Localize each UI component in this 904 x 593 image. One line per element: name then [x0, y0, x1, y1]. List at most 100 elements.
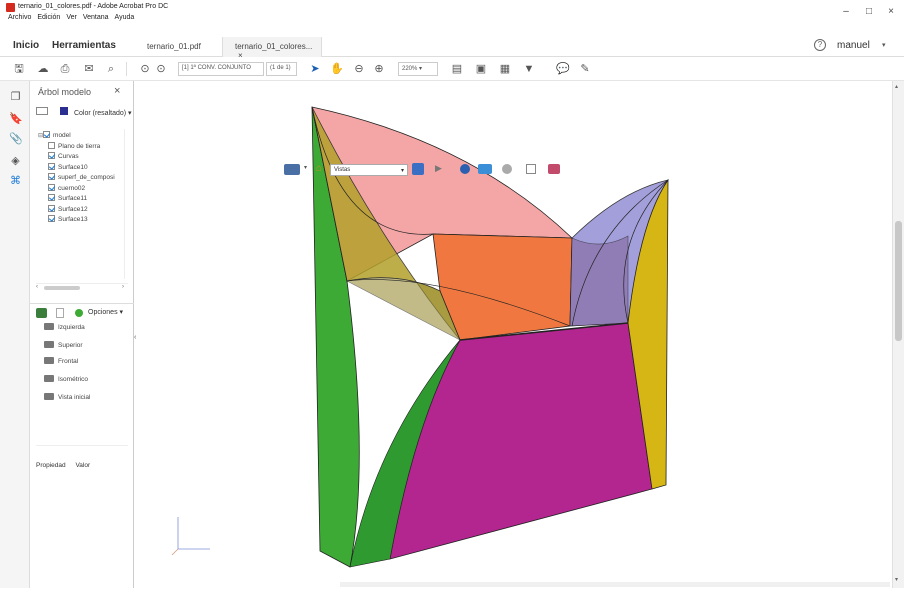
full-screen-icon[interactable]: ▦ — [498, 62, 512, 76]
3d-model[interactable] — [140, 81, 892, 588]
tree-scrollbar[interactable] — [124, 129, 130, 279]
attachment-icon[interactable]: 📎 — [9, 133, 23, 146]
collapse-panel-icon[interactable]: ‹ — [134, 334, 136, 341]
checkbox[interactable] — [48, 215, 55, 222]
scroll-right-icon[interactable]: › — [122, 284, 124, 290]
upload-cloud-icon[interactable]: ☁ — [36, 62, 50, 76]
fit-width-icon[interactable]: ▣ — [474, 62, 488, 76]
tab-doc-ternario-01-colores[interactable]: ternario_01_colores... × — [222, 37, 322, 60]
bookmark-icon[interactable]: 🔖 — [9, 113, 23, 126]
zoom-in-icon[interactable]: ⊕ — [372, 62, 386, 76]
checkbox[interactable] — [43, 131, 51, 138]
prev-page-icon[interactable]: ⊙ — [138, 62, 152, 76]
save-icon[interactable]: 🖫 — [12, 62, 26, 76]
tree-options-icon[interactable] — [36, 107, 48, 115]
checkbox[interactable] — [48, 173, 55, 180]
print-icon[interactable]: ⎙ — [58, 62, 72, 76]
chevron-down-icon[interactable]: ▾ — [882, 41, 886, 49]
scroll-down-icon[interactable]: ▾ — [895, 576, 898, 583]
render-mode-icon[interactable] — [460, 164, 470, 174]
view-item-superior[interactable]: Superior — [44, 341, 83, 349]
tree-horizontal-scrollbar[interactable]: ‹ › — [36, 283, 128, 291]
fit-page-icon[interactable]: ▤ — [450, 62, 464, 76]
user-menu[interactable]: manuel — [837, 40, 870, 51]
model-tree: ⊟ model Plano de tierra Curvas Surface10 … — [38, 131, 124, 226]
tree-item-surface10[interactable]: Surface10 — [38, 162, 124, 174]
tree-item-curvas[interactable]: Curvas — [38, 152, 124, 163]
scroll-thumb[interactable] — [895, 221, 902, 341]
menu-ayuda[interactable]: Ayuda — [115, 14, 135, 21]
hand-tool-icon[interactable]: ✋ — [330, 62, 344, 76]
checkbox[interactable] — [48, 152, 55, 159]
model-tree-toggle-icon[interactable] — [412, 163, 424, 175]
3d-viewport[interactable]: ▾ ⌂ Vistas ▾ ▶ — [140, 81, 892, 588]
camera-add-icon[interactable] — [36, 308, 47, 318]
view-item-frontal[interactable]: Frontal — [44, 357, 78, 365]
checkbox[interactable] — [48, 183, 55, 191]
checkbox[interactable] — [48, 162, 55, 170]
close-window-button[interactable]: × — [884, 6, 898, 17]
lighting-icon[interactable] — [478, 164, 492, 174]
scroll-up-icon[interactable]: ▴ — [895, 83, 898, 90]
menu-edicion[interactable]: Edición — [37, 14, 60, 21]
pen-icon[interactable]: ✎ — [578, 62, 592, 76]
options-menu[interactable]: Opciones ▾ — [88, 308, 123, 316]
tree-item-model[interactable]: ⊟ model — [38, 131, 124, 142]
axis-z-line — [171, 548, 179, 556]
minimize-button[interactable]: – — [839, 6, 853, 17]
tree-item-surface11[interactable]: Surface11 — [38, 194, 124, 205]
tab-inicio[interactable]: Inicio — [13, 40, 39, 51]
play-animation-icon[interactable]: ▶ — [435, 163, 442, 174]
view-item-isometrico[interactable]: Isométrico — [44, 375, 88, 383]
background-color-icon[interactable] — [502, 164, 512, 174]
comment-3d-icon[interactable] — [548, 164, 560, 174]
cross-section-icon[interactable] — [526, 164, 536, 174]
next-page-icon[interactable]: ⊙ — [154, 62, 168, 76]
select-arrow-icon[interactable]: ➤ — [308, 62, 322, 76]
green-dot-icon[interactable] — [75, 309, 83, 317]
checkbox[interactable] — [48, 141, 55, 149]
menu-ventana[interactable]: Ventana — [83, 14, 109, 21]
checkbox[interactable] — [48, 194, 55, 201]
viewport-horizontal-scrollbar[interactable] — [340, 582, 890, 587]
color-mode-select[interactable]: Color (resaltado) ▾ — [36, 107, 132, 117]
model-tree-panel: Árbol modelo × Color (resaltado) ▾ ⊟ mode… — [30, 81, 134, 588]
trash-icon[interactable] — [56, 308, 64, 318]
tree-item-plano-de-tierra[interactable]: Plano de tierra — [38, 141, 124, 153]
checkbox[interactable] — [48, 204, 55, 212]
magenta-face — [389, 322, 653, 560]
comment-icon[interactable]: 💬 — [556, 62, 570, 76]
zoom-out-icon[interactable]: ⊖ — [352, 62, 366, 76]
document-vertical-scrollbar[interactable]: ▴ ▾ — [892, 81, 904, 588]
scroll-thumb[interactable] — [44, 286, 80, 290]
home-view-icon[interactable]: ⌂ — [316, 163, 322, 174]
view-item-izquierda[interactable]: Izquierda — [44, 323, 85, 331]
view-item-vista-inicial[interactable]: Vista inicial — [44, 393, 90, 401]
page-view-select[interactable]: [1] 1ª CONV. CONJUNTO — [178, 62, 264, 76]
zoom-level-select[interactable]: 220% ▾ — [398, 62, 438, 76]
tree-item-cuerno02[interactable]: cuerno02 — [38, 183, 124, 195]
views-horizontal-scrollbar[interactable] — [36, 445, 128, 453]
model-tree-icon[interactable]: ⌘ — [9, 175, 22, 188]
tab-doc-ternario-01[interactable]: ternario_01.pdf — [147, 37, 201, 57]
email-icon[interactable]: ✉ — [82, 62, 96, 76]
camera-icon — [44, 375, 54, 382]
menu-archivo[interactable]: Archivo — [8, 14, 31, 21]
close-panel-icon[interactable]: × — [114, 85, 120, 97]
pages-icon[interactable]: ❐ — [9, 91, 22, 104]
help-icon[interactable]: ? — [814, 39, 826, 51]
menu-ver[interactable]: Ver — [66, 14, 77, 21]
read-mode-icon[interactable]: ▼ — [522, 62, 536, 76]
search-icon[interactable]: ⌕ — [104, 62, 118, 76]
views-select[interactable]: Vistas ▾ — [330, 164, 408, 176]
tree-item-surface12[interactable]: Surface12 — [38, 204, 124, 216]
tab-herramientas[interactable]: Herramientas — [52, 40, 116, 51]
tree-item-surface13[interactable]: Surface13 — [38, 215, 124, 226]
chevron-down-icon[interactable]: ▾ — [304, 164, 307, 171]
maximize-button[interactable]: □ — [862, 6, 876, 17]
scroll-left-icon[interactable]: ‹ — [36, 284, 38, 290]
rotate-tool-icon[interactable] — [284, 164, 300, 175]
tree-item-superf-de-composi[interactable]: superf_de_composi — [38, 173, 124, 184]
page-count: (1 de 1) — [266, 62, 297, 76]
layers-icon[interactable]: ◈ — [9, 155, 22, 168]
